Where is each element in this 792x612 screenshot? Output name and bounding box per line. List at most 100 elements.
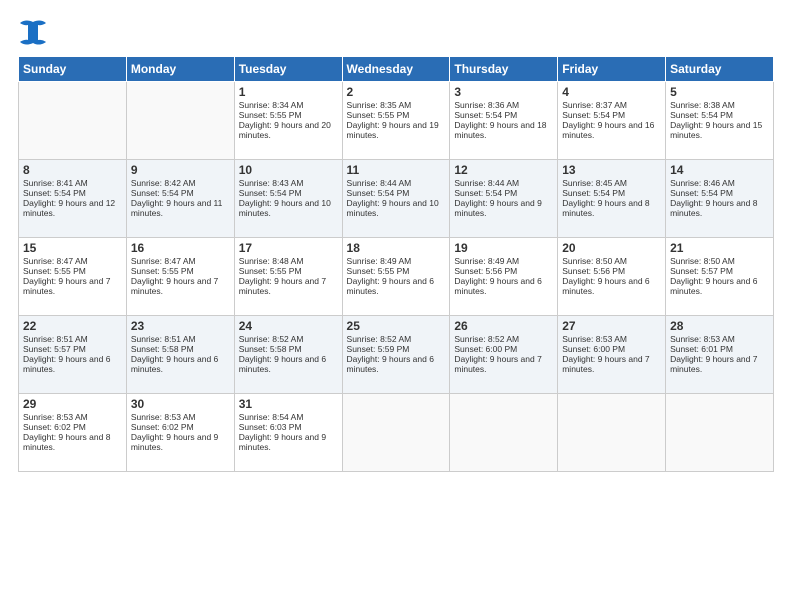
calendar-cell: 24Sunrise: 8:52 AMSunset: 5:58 PMDayligh… bbox=[234, 316, 342, 394]
day-number: 1 bbox=[239, 85, 338, 99]
day-number: 2 bbox=[347, 85, 446, 99]
daylight-text: Daylight: 9 hours and 7 minutes. bbox=[670, 354, 757, 374]
calendar-cell: 28Sunrise: 8:53 AMSunset: 6:01 PMDayligh… bbox=[666, 316, 774, 394]
daylight-text: Daylight: 9 hours and 7 minutes. bbox=[562, 354, 649, 374]
sunrise-text: Sunrise: 8:53 AM bbox=[670, 334, 735, 344]
sunset-text: Sunset: 5:58 PM bbox=[131, 344, 194, 354]
calendar-cell: 3Sunrise: 8:36 AMSunset: 5:54 PMDaylight… bbox=[450, 82, 558, 160]
logo-icon bbox=[18, 18, 48, 46]
calendar-cell: 23Sunrise: 8:51 AMSunset: 5:58 PMDayligh… bbox=[126, 316, 234, 394]
calendar-cell bbox=[450, 394, 558, 472]
sunset-text: Sunset: 6:01 PM bbox=[670, 344, 733, 354]
day-number: 27 bbox=[562, 319, 661, 333]
daylight-text: Daylight: 9 hours and 16 minutes. bbox=[562, 120, 654, 140]
day-number: 12 bbox=[454, 163, 553, 177]
sunrise-text: Sunrise: 8:50 AM bbox=[670, 256, 735, 266]
daylight-text: Daylight: 9 hours and 19 minutes. bbox=[347, 120, 439, 140]
calendar-cell: 22Sunrise: 8:51 AMSunset: 5:57 PMDayligh… bbox=[19, 316, 127, 394]
sunrise-text: Sunrise: 8:44 AM bbox=[454, 178, 519, 188]
sunrise-text: Sunrise: 8:53 AM bbox=[131, 412, 196, 422]
weekday-header: Tuesday bbox=[234, 57, 342, 82]
calendar-cell: 18Sunrise: 8:49 AMSunset: 5:55 PMDayligh… bbox=[342, 238, 450, 316]
daylight-text: Daylight: 9 hours and 18 minutes. bbox=[454, 120, 546, 140]
sunset-text: Sunset: 5:55 PM bbox=[239, 110, 302, 120]
sunset-text: Sunset: 5:57 PM bbox=[670, 266, 733, 276]
sunrise-text: Sunrise: 8:46 AM bbox=[670, 178, 735, 188]
calendar-cell bbox=[558, 394, 666, 472]
calendar-cell: 30Sunrise: 8:53 AMSunset: 6:02 PMDayligh… bbox=[126, 394, 234, 472]
sunrise-text: Sunrise: 8:47 AM bbox=[131, 256, 196, 266]
daylight-text: Daylight: 9 hours and 10 minutes. bbox=[239, 198, 331, 218]
sunrise-text: Sunrise: 8:43 AM bbox=[239, 178, 304, 188]
daylight-text: Daylight: 9 hours and 9 minutes. bbox=[131, 432, 218, 452]
daylight-text: Daylight: 9 hours and 8 minutes. bbox=[23, 432, 110, 452]
daylight-text: Daylight: 9 hours and 10 minutes. bbox=[347, 198, 439, 218]
sunrise-text: Sunrise: 8:41 AM bbox=[23, 178, 88, 188]
sunset-text: Sunset: 5:59 PM bbox=[347, 344, 410, 354]
sunrise-text: Sunrise: 8:52 AM bbox=[347, 334, 412, 344]
sunset-text: Sunset: 5:55 PM bbox=[239, 266, 302, 276]
sunset-text: Sunset: 5:57 PM bbox=[23, 344, 86, 354]
daylight-text: Daylight: 9 hours and 6 minutes. bbox=[347, 276, 434, 296]
sunset-text: Sunset: 5:56 PM bbox=[454, 266, 517, 276]
day-number: 14 bbox=[670, 163, 769, 177]
calendar-week-row: 29Sunrise: 8:53 AMSunset: 6:02 PMDayligh… bbox=[19, 394, 774, 472]
calendar-week-row: 15Sunrise: 8:47 AMSunset: 5:55 PMDayligh… bbox=[19, 238, 774, 316]
sunset-text: Sunset: 6:03 PM bbox=[239, 422, 302, 432]
day-number: 11 bbox=[347, 163, 446, 177]
day-number: 15 bbox=[23, 241, 122, 255]
day-number: 19 bbox=[454, 241, 553, 255]
sunrise-text: Sunrise: 8:54 AM bbox=[239, 412, 304, 422]
sunset-text: Sunset: 5:54 PM bbox=[670, 110, 733, 120]
sunrise-text: Sunrise: 8:36 AM bbox=[454, 100, 519, 110]
sunset-text: Sunset: 5:54 PM bbox=[562, 188, 625, 198]
day-number: 30 bbox=[131, 397, 230, 411]
daylight-text: Daylight: 9 hours and 6 minutes. bbox=[239, 354, 326, 374]
day-number: 10 bbox=[239, 163, 338, 177]
day-number: 17 bbox=[239, 241, 338, 255]
sunrise-text: Sunrise: 8:34 AM bbox=[239, 100, 304, 110]
daylight-text: Daylight: 9 hours and 6 minutes. bbox=[670, 276, 757, 296]
day-number: 29 bbox=[23, 397, 122, 411]
daylight-text: Daylight: 9 hours and 7 minutes. bbox=[454, 354, 541, 374]
day-number: 8 bbox=[23, 163, 122, 177]
sunrise-text: Sunrise: 8:45 AM bbox=[562, 178, 627, 188]
calendar-week-row: 1Sunrise: 8:34 AMSunset: 5:55 PM Daylight… bbox=[19, 82, 774, 160]
calendar-cell: 15Sunrise: 8:47 AMSunset: 5:55 PMDayligh… bbox=[19, 238, 127, 316]
sunset-text: Sunset: 5:54 PM bbox=[670, 188, 733, 198]
sunrise-text: Sunrise: 8:53 AM bbox=[23, 412, 88, 422]
day-number: 5 bbox=[670, 85, 769, 99]
day-number: 16 bbox=[131, 241, 230, 255]
sunset-text: Sunset: 5:54 PM bbox=[131, 188, 194, 198]
daylight-text: Daylight: 9 hours and 6 minutes. bbox=[131, 354, 218, 374]
sunrise-text: Sunrise: 8:53 AM bbox=[562, 334, 627, 344]
day-number: 18 bbox=[347, 241, 446, 255]
calendar-table: SundayMondayTuesdayWednesdayThursdayFrid… bbox=[18, 56, 774, 472]
calendar-week-row: 22Sunrise: 8:51 AMSunset: 5:57 PMDayligh… bbox=[19, 316, 774, 394]
calendar-cell: 1Sunrise: 8:34 AMSunset: 5:55 PMDaylight… bbox=[234, 82, 342, 160]
daylight-text: Daylight: 9 hours and 8 minutes. bbox=[562, 198, 649, 218]
daylight-text: Daylight: 9 hours and 7 minutes. bbox=[239, 276, 326, 296]
sunset-text: Sunset: 6:00 PM bbox=[562, 344, 625, 354]
calendar-page: SundayMondayTuesdayWednesdayThursdayFrid… bbox=[0, 0, 792, 612]
sunrise-text: Sunrise: 8:50 AM bbox=[562, 256, 627, 266]
calendar-cell: 27Sunrise: 8:53 AMSunset: 6:00 PMDayligh… bbox=[558, 316, 666, 394]
calendar-cell: 25Sunrise: 8:52 AMSunset: 5:59 PMDayligh… bbox=[342, 316, 450, 394]
weekday-header: Sunday bbox=[19, 57, 127, 82]
sunset-text: Sunset: 5:55 PM bbox=[347, 266, 410, 276]
daylight-text: Daylight: 9 hours and 15 minutes. bbox=[670, 120, 762, 140]
sunset-text: Sunset: 6:02 PM bbox=[23, 422, 86, 432]
calendar-cell: 26Sunrise: 8:52 AMSunset: 6:00 PMDayligh… bbox=[450, 316, 558, 394]
day-number: 26 bbox=[454, 319, 553, 333]
daylight-text: Daylight: 9 hours and 7 minutes. bbox=[131, 276, 218, 296]
calendar-cell: 17Sunrise: 8:48 AMSunset: 5:55 PMDayligh… bbox=[234, 238, 342, 316]
calendar-cell: 19Sunrise: 8:49 AMSunset: 5:56 PMDayligh… bbox=[450, 238, 558, 316]
sunrise-text: Sunrise: 8:49 AM bbox=[347, 256, 412, 266]
calendar-week-row: 8Sunrise: 8:41 AMSunset: 5:54 PMDaylight… bbox=[19, 160, 774, 238]
sunset-text: Sunset: 5:56 PM bbox=[562, 266, 625, 276]
sunset-text: Sunset: 5:54 PM bbox=[239, 188, 302, 198]
daylight-text: Daylight: 9 hours and 11 minutes. bbox=[131, 198, 223, 218]
day-number: 22 bbox=[23, 319, 122, 333]
sunset-text: Sunset: 5:55 PM bbox=[131, 266, 194, 276]
sunset-text: Sunset: 5:54 PM bbox=[562, 110, 625, 120]
